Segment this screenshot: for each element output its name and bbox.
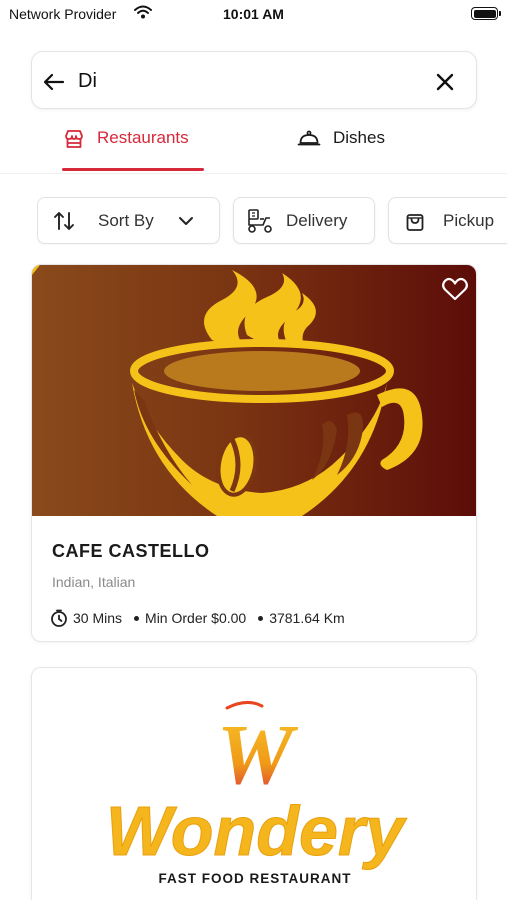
logo-letter: W [217,706,299,802]
search-bar[interactable] [31,51,477,109]
sort-by-label: Sort By [98,210,154,230]
restaurant-card[interactable]: CAFE CASTELLO Indian, Italian 30 Mins Mi… [31,264,477,642]
separator-dot [258,615,264,621]
pickup-filter-button[interactable]: Pickup [388,197,507,244]
tab-restaurants[interactable]: Restaurants [63,128,189,172]
logo-tagline: FAST FOOD RESTAURANT [159,871,352,886]
delivery-scooter-icon [246,208,274,233]
restaurant-name: CAFE CASTELLO [52,541,210,561]
arrow-left-icon[interactable] [41,69,67,95]
distance: 3781.64 Km [269,610,345,626]
close-icon[interactable] [432,69,458,95]
delivery-filter-button[interactable]: Delivery [233,197,375,244]
tab-bar: Restaurants Dishes [0,118,507,174]
min-order: Min Order $0.00 [145,610,247,626]
status-bar: Network Provider 10:01 AM [0,0,507,30]
delivery-time: 30 Mins [73,610,123,626]
restaurant-meta: 30 Mins Min Order $0.00 3781.64 Km [50,609,345,627]
filter-bar: Sort By Delivery Pickup [37,197,507,245]
logo-wordmark: Wondery [106,792,407,870]
sort-by-button[interactable]: Sort By [37,197,220,244]
restaurant-cuisine: Indian, Italian [52,574,136,590]
tab-dishes[interactable]: Dishes [297,128,385,172]
separator-dot [134,615,140,621]
shopping-bag-icon [403,209,427,233]
search-input[interactable] [78,64,418,98]
coffee-cup-logo [32,265,423,516]
restaurant-card[interactable]: W Wondery FAST FOOD RESTAURANT [31,667,477,900]
sort-arrows-icon [52,209,76,233]
pickup-label: Pickup [443,210,495,230]
clock-label: 10:01 AM [223,6,284,22]
restaurant-image [32,265,476,516]
timer-icon [50,609,68,627]
restaurant-logo: W Wondery FAST FOOD RESTAURANT [32,668,476,900]
heart-icon[interactable] [441,276,469,302]
wondery-logo: W Wondery FAST FOOD RESTAURANT [105,701,408,886]
chevron-down-icon [174,209,198,233]
cloche-icon [297,128,321,155]
tab-label: Dishes [333,128,385,147]
active-tab-indicator [62,168,204,171]
battery-icon [471,7,501,20]
storefront-icon [63,128,85,155]
delivery-label: Delivery [286,210,348,230]
tab-label: Restaurants [97,128,189,147]
